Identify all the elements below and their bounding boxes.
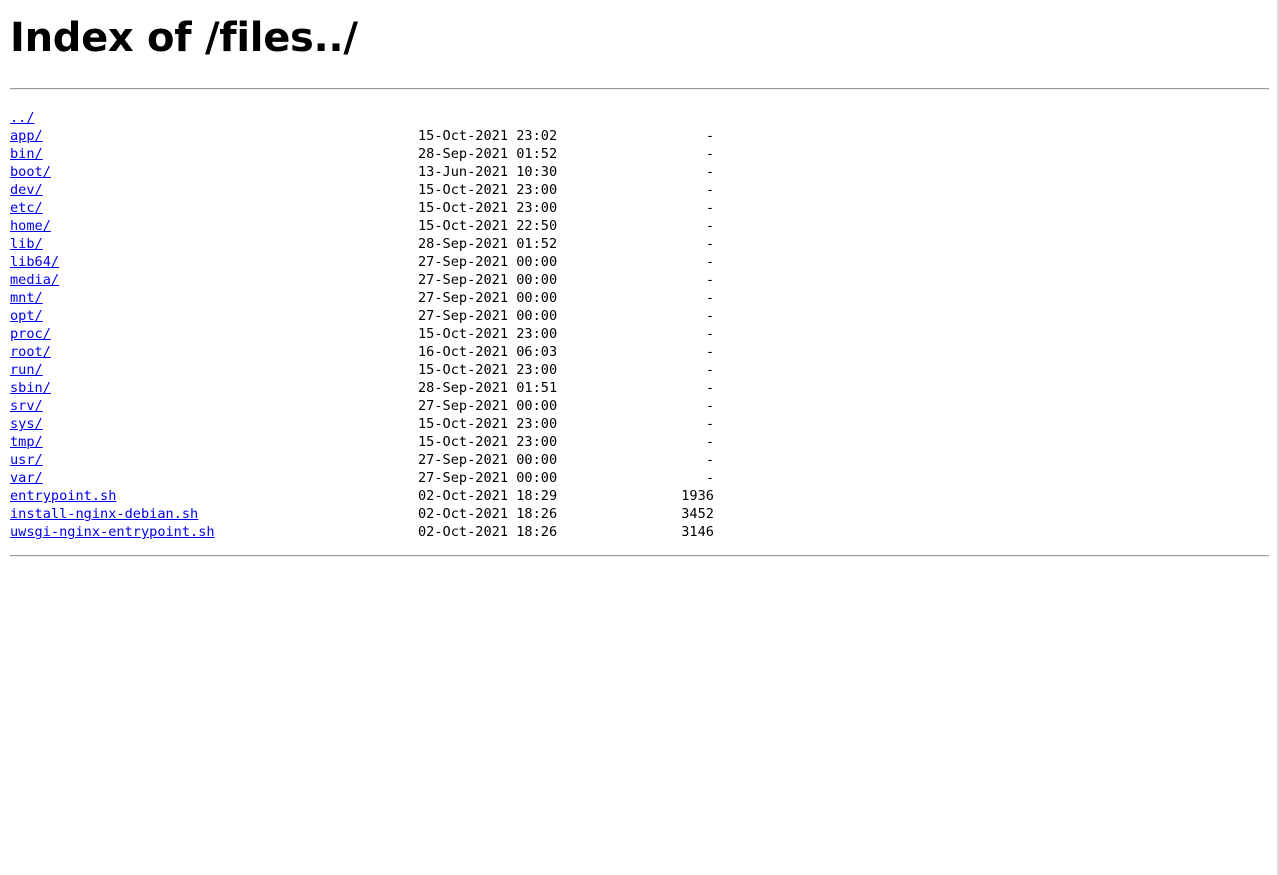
entry-date: 15-Oct-2021 22:50 <box>418 218 558 234</box>
entry-size: - <box>705 236 714 252</box>
entry-link-opt[interactable]: opt/ <box>10 307 43 325</box>
entry-size: - <box>705 218 714 234</box>
entry-date: 27-Sep-2021 00:00 <box>418 272 558 288</box>
entry-link-sys[interactable]: sys/ <box>10 415 43 433</box>
entry-link-lib[interactable]: lib/ <box>10 235 43 253</box>
entry-date: 28-Sep-2021 01:52 <box>418 236 558 252</box>
entry-date: 27-Sep-2021 00:00 <box>418 452 558 468</box>
page-title: Index of /files../ <box>10 15 358 61</box>
entry-link-root[interactable]: root/ <box>10 343 51 361</box>
entry-link-media[interactable]: media/ <box>10 271 59 289</box>
entry-date: 27-Sep-2021 00:00 <box>418 290 558 306</box>
entry-link-srv[interactable]: srv/ <box>10 397 43 415</box>
entry-date: 02-Oct-2021 18:26 <box>418 506 558 522</box>
entry-link-var[interactable]: var/ <box>10 469 43 487</box>
entry-date: 16-Oct-2021 06:03 <box>418 344 558 360</box>
entry-link-boot[interactable]: boot/ <box>10 163 51 181</box>
entry-link-lib64[interactable]: lib64/ <box>10 253 59 271</box>
entry-link-bin[interactable]: bin/ <box>10 145 43 163</box>
entry-size: - <box>705 272 714 288</box>
entry-size: - <box>705 182 714 198</box>
entry-size: - <box>705 146 714 162</box>
entry-size: - <box>705 164 714 180</box>
entry-link-run[interactable]: run/ <box>10 361 43 379</box>
entry-date: 27-Sep-2021 00:00 <box>418 254 558 270</box>
entry-date: 15-Oct-2021 23:00 <box>418 182 558 198</box>
entry-size: 3452 <box>681 506 714 522</box>
entry-date: 28-Sep-2021 01:52 <box>418 146 558 162</box>
entry-size: - <box>705 200 714 216</box>
entry-size: - <box>705 470 714 486</box>
entry-date: 02-Oct-2021 18:26 <box>418 524 558 540</box>
entry-date: 15-Oct-2021 23:00 <box>418 416 558 432</box>
entry-link-dev[interactable]: dev/ <box>10 181 43 199</box>
entry-size: - <box>705 398 714 414</box>
entry-size: - <box>705 128 714 144</box>
entry-date: 27-Sep-2021 00:00 <box>418 398 558 414</box>
top-divider <box>10 88 1269 90</box>
entry-size: - <box>705 254 714 270</box>
entry-link-proc[interactable]: proc/ <box>10 325 51 343</box>
entry-link-usr[interactable]: usr/ <box>10 451 43 469</box>
entry-size: - <box>705 362 714 378</box>
bottom-divider <box>10 555 1269 557</box>
parent-directory-link[interactable]: ../ <box>10 109 35 127</box>
entry-link-tmp[interactable]: tmp/ <box>10 433 43 451</box>
entry-date: 28-Sep-2021 01:51 <box>418 380 558 396</box>
entry-date: 13-Jun-2021 10:30 <box>418 164 558 180</box>
entry-date: 15-Oct-2021 23:00 <box>418 434 558 450</box>
entry-link-install-nginx-debian-sh[interactable]: install-nginx-debian.sh <box>10 505 198 523</box>
entry-date: 15-Oct-2021 23:02 <box>418 128 558 144</box>
entry-link-mnt[interactable]: mnt/ <box>10 289 43 307</box>
entry-size: - <box>705 452 714 468</box>
entry-date: 27-Sep-2021 00:00 <box>418 308 558 324</box>
entry-link-uwsgi-nginx-entrypoint-sh[interactable]: uwsgi-nginx-entrypoint.sh <box>10 523 215 541</box>
entry-date: 15-Oct-2021 23:00 <box>418 200 558 216</box>
entry-date: 27-Sep-2021 00:00 <box>418 470 558 486</box>
entry-size: 1936 <box>681 488 714 504</box>
entry-size: 3146 <box>681 524 714 540</box>
entry-size: - <box>705 344 714 360</box>
entry-size: - <box>705 290 714 306</box>
entry-date: 02-Oct-2021 18:29 <box>418 488 558 504</box>
entry-size: - <box>705 416 714 432</box>
entry-size: - <box>705 326 714 342</box>
entry-date: 15-Oct-2021 23:00 <box>418 362 558 378</box>
entry-link-entrypoint-sh[interactable]: entrypoint.sh <box>10 487 116 505</box>
entry-size: - <box>705 380 714 396</box>
entry-link-etc[interactable]: etc/ <box>10 199 43 217</box>
entry-link-sbin[interactable]: sbin/ <box>10 379 51 397</box>
entry-link-home[interactable]: home/ <box>10 217 51 235</box>
entry-size: - <box>705 308 714 324</box>
entry-date: 15-Oct-2021 23:00 <box>418 326 558 342</box>
entry-size: - <box>705 434 714 450</box>
entry-link-app[interactable]: app/ <box>10 127 43 145</box>
